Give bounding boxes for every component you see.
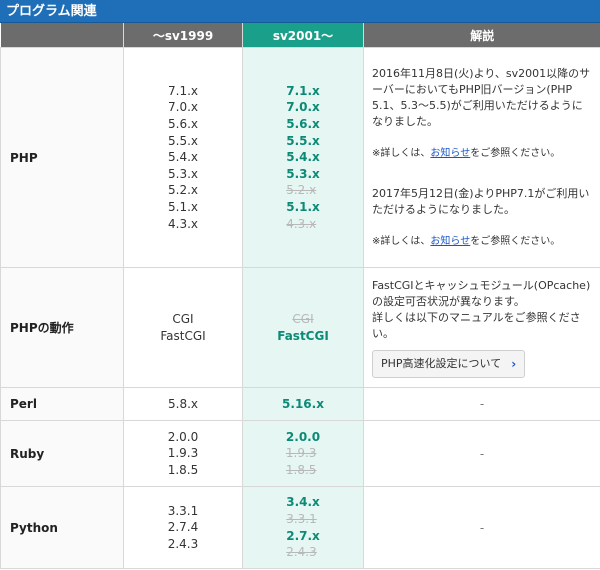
program-table-panel: プログラム関連 〜sv1999 sv2001〜 解説 PHP 7.1.x 7.0.… — [0, 0, 600, 570]
version-item-available: 5.4.x — [286, 150, 320, 165]
ruby-note: - — [363, 420, 600, 487]
version-item: 5.6.x — [168, 117, 198, 132]
ruby-new: 2.0.0 1.9.3 1.8.5 — [242, 420, 364, 487]
version-item-unavailable: 3.3.1 — [286, 511, 317, 526]
php-note: 2016年11月8日(火)より、sv2001以降のサ ーバーにおいてもPHP旧バ… — [363, 47, 600, 268]
version-item-available: FastCGI — [277, 328, 329, 343]
version-item: 3.3.1 — [167, 503, 199, 518]
version-item-available: 5.16.x — [282, 396, 324, 411]
version-item: 5.8.x — [168, 396, 198, 411]
php-acceleration-button-label: PHP高速化設定について — [381, 356, 502, 370]
php-note-2-line-1: 2017年5月12日(金)よりPHP7.1がご利用い — [372, 186, 590, 200]
ruby-old: 2.0.0 1.9.3 1.8.5 — [123, 420, 243, 487]
php-mode-note-line-4: い。 — [372, 326, 394, 340]
version-item-unavailable: 1.8.5 — [285, 462, 317, 477]
version-item: 1.9.3 — [167, 446, 199, 461]
python-old: 3.3.1 2.7.4 2.4.3 — [123, 486, 243, 569]
row-php-mode: PHPの動作 CGI FastCGI CGI FastCGI FastCGIとキャッ… — [0, 267, 600, 388]
php-mode-note: FastCGIとキャッシュモジュール(OPcache) の設定可否状況が異なりま… — [363, 267, 600, 388]
php-old-versions: 7.1.x 7.0.x 5.6.x 5.5.x 5.4.x 5.3.x 5.2.x 5.1.x… — [123, 47, 243, 268]
header-new-server: sv2001〜 — [242, 23, 364, 48]
version-item-available: 7.0.x — [286, 100, 320, 115]
chevron-right-icon: › — [511, 356, 517, 371]
version-item: 2.7.4 — [167, 520, 199, 535]
news-link-1[interactable]: お知らせ — [430, 148, 470, 159]
version-item-available: 2.7.x — [286, 528, 320, 543]
version-item: 4.3.x — [168, 216, 198, 231]
version-item-unavailable: 1.9.3 — [285, 446, 317, 461]
row-perl: Perl 5.8.x 5.16.x - — [0, 387, 600, 421]
header-blank — [0, 23, 124, 48]
php-acceleration-button[interactable]: PHP高速化設定について › — [372, 349, 526, 378]
version-item-unavailable: 2.4.3 — [286, 545, 317, 560]
php-note-1-line-1: 2016年11月8日(火)より、sv2001以降のサ — [372, 66, 591, 80]
version-item: CGI — [172, 311, 194, 326]
version-item-unavailable: 5.2.x — [286, 183, 317, 198]
version-item-available: 3.4.x — [286, 495, 320, 510]
php-detail-2: ※詳しくは、お知らせをご参照ください。 — [372, 235, 561, 247]
section-title: プログラム関連 — [0, 0, 600, 23]
version-item: 2.4.3 — [167, 536, 199, 551]
version-item: 1.8.5 — [167, 462, 199, 477]
php-note-2-line-2: ただけるようになりました。 — [372, 202, 515, 216]
header-row: 〜sv1999 sv2001〜 解説 — [0, 23, 600, 48]
version-item-available: 5.6.x — [286, 117, 320, 132]
row-php: PHP 7.1.x 7.0.x 5.6.x 5.5.x 5.4.x 5.3.x 5.2.x 5… — [0, 47, 600, 268]
perl-new: 5.16.x — [242, 387, 364, 421]
version-item: 5.3.x — [168, 166, 198, 181]
version-item: 5.4.x — [168, 150, 198, 165]
row-ruby: Ruby 2.0.0 1.9.3 1.8.5 2.0.0 1.9.3 1.8.5 - — [0, 420, 600, 487]
php-mode-note-line-2: の設定可否状況が異なります。 — [372, 294, 525, 308]
version-table: 〜sv1999 sv2001〜 解説 PHP 7.1.x 7.0.x 5.6.x 5.… — [0, 23, 600, 569]
version-item-available: 2.0.0 — [285, 429, 321, 444]
version-item: 5.1.x — [168, 199, 198, 214]
version-item: 5.5.x — [168, 133, 198, 148]
row-label-php-mode: PHPの動作 — [0, 267, 124, 388]
perl-old: 5.8.x — [123, 387, 243, 421]
version-item-available: 7.1.x — [286, 83, 320, 98]
version-item: 7.1.x — [168, 83, 198, 98]
php-detail-1: ※詳しくは、お知らせをご参照ください。 — [372, 147, 561, 159]
php-new-versions: 7.1.x 7.0.x 5.6.x 5.5.x 5.4.x 5.3.x 5.2.x 5.1.x… — [242, 47, 364, 268]
row-python: Python 3.3.1 2.7.4 2.4.3 3.4.x 3.3.1 2.7.x 2.… — [0, 486, 600, 569]
header-old-server: 〜sv1999 — [123, 23, 243, 48]
row-label-php: PHP — [0, 47, 124, 268]
python-note: - — [363, 486, 600, 569]
version-item-available: 5.3.x — [286, 166, 320, 181]
version-item-unavailable: CGI — [292, 311, 314, 326]
php-note-1-line-4: なりました。 — [372, 114, 438, 128]
version-item: 2.0.0 — [167, 429, 199, 444]
php-note-1-line-2: ーバーにおいてもPHP旧バージョン(PHP — [372, 82, 573, 96]
row-label-python: Python — [0, 486, 124, 569]
version-item-available: 5.5.x — [286, 133, 320, 148]
python-new: 3.4.x 3.3.1 2.7.x 2.4.3 — [242, 486, 364, 569]
php-note-1-line-3: 5.1、5.3〜5.5)がご利用いただけるように — [372, 98, 583, 112]
php-mode-new: CGI FastCGI — [242, 267, 364, 388]
header-description: 解説 — [363, 23, 600, 48]
php-mode-note-line-1: FastCGIとキャッシュモジュール(OPcache) — [372, 278, 591, 292]
row-label-perl: Perl — [0, 387, 124, 421]
version-item-available: 5.1.x — [286, 199, 320, 214]
version-item: 7.0.x — [168, 100, 198, 115]
row-label-ruby: Ruby — [0, 420, 124, 487]
version-item: FastCGI — [160, 328, 206, 343]
version-item: 5.2.x — [168, 183, 198, 198]
version-item-unavailable: 4.3.x — [286, 216, 317, 231]
php-mode-old: CGI FastCGI — [123, 267, 243, 388]
perl-note: - — [363, 387, 600, 421]
php-mode-note-line-3: 詳しくは以下のマニュアルをご参照くださ — [372, 310, 581, 324]
news-link-2[interactable]: お知らせ — [430, 236, 470, 247]
